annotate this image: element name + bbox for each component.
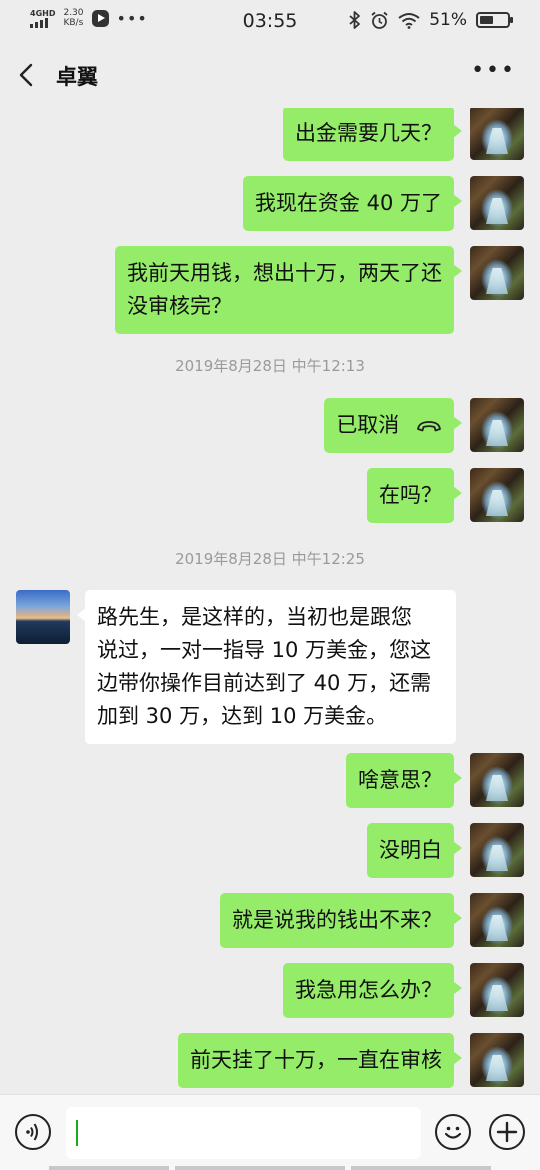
input-bar (0, 1094, 540, 1170)
message-text: 我急用怎么办？ (295, 978, 442, 1002)
my-avatar[interactable] (470, 398, 524, 452)
message-text: 在吗？ (379, 483, 442, 507)
chat-header: 卓翼 ••• (0, 42, 540, 108)
plus-icon[interactable] (489, 1114, 525, 1150)
my-avatar[interactable] (470, 823, 524, 877)
message-text: 已取消 (336, 413, 400, 437)
alarm-clock-icon (371, 11, 388, 29)
message-text: 出金需要几天？ (295, 121, 442, 145)
battery-percent: 51% (429, 10, 467, 30)
message-bubble-sent[interactable]: 我前天用钱，想出十万，两天了还 没审核完？ (115, 246, 462, 334)
message-text-line: 加到 30 万，达到 10 万美金。 (97, 704, 388, 728)
message-text: 我现在资金 40 万了 (254, 191, 442, 215)
message-timestamp: 2019年8月28日 中午12:13 (175, 357, 365, 375)
message-bubble-sent[interactable]: 出金需要几天？ (283, 108, 462, 161)
message-input[interactable] (66, 1107, 421, 1159)
status-bar: 4GHD 2.30 KB/s ••• 03:55 51% (0, 0, 540, 42)
message-bubble-received[interactable]: 路先生，是这样的，当初也是跟您 说过，一对一指导 10 万美金，您这 边带你操作… (77, 590, 456, 744)
voice-mode-icon[interactable] (15, 1114, 51, 1150)
status-right-group: 51% (349, 10, 513, 30)
my-avatar[interactable] (470, 1033, 524, 1087)
message-text-line: 说过，一对一指导 10 万美金，您这 (97, 638, 432, 662)
my-avatar[interactable] (470, 893, 524, 947)
my-avatar[interactable] (470, 108, 524, 160)
plus-glyph (496, 1121, 518, 1143)
message-text: 就是说我的钱出不来？ (232, 908, 442, 932)
battery-icon (476, 12, 513, 28)
gesture-bar (0, 1166, 540, 1170)
my-avatar[interactable] (470, 963, 524, 1017)
message-bubble-sent[interactable]: 没明白 (367, 823, 462, 878)
text-caret (76, 1120, 78, 1146)
my-avatar[interactable] (470, 753, 524, 807)
message-text-line: 边带你操作目前达到了 40 万，还需 (97, 671, 432, 695)
call-record-bubble[interactable]: 已取消 (324, 398, 462, 453)
smiley-glyph (444, 1126, 462, 1139)
my-avatar[interactable] (470, 468, 524, 522)
more-dots-icon[interactable]: ••• (471, 58, 516, 83)
my-avatar[interactable] (470, 246, 524, 300)
hang-up-phone-icon (417, 421, 441, 432)
contact-name-title: 卓翼 (56, 65, 98, 89)
message-text: 没明白 (379, 838, 442, 862)
message-text-line: 我前天用钱，想出十万，两天了还 (127, 261, 442, 285)
contact-avatar[interactable] (16, 590, 70, 644)
message-bubble-sent[interactable]: 我现在资金 40 万了 (242, 176, 463, 231)
message-bubble-sent[interactable]: 在吗？ (367, 468, 462, 523)
bluetooth-icon (349, 11, 361, 29)
message-bubble-sent[interactable]: 我急用怎么办？ (283, 963, 462, 1018)
message-text: 啥意思？ (358, 768, 442, 792)
message-list[interactable]: 出金需要几天？ 我现在资金 40 万了 我前天用钱，想出十万，两天了还 没审核完… (0, 108, 540, 1094)
message-text: 前天挂了十万，一直在审核 (190, 1048, 442, 1072)
message-bubble-sent[interactable]: 前天挂了十万，一直在审核 (178, 1033, 462, 1088)
wifi-icon (398, 12, 420, 29)
message-text-line: 没审核完？ (127, 294, 232, 318)
chevron-left-icon[interactable] (14, 62, 40, 88)
message-bubble-sent[interactable]: 就是说我的钱出不来？ (220, 893, 462, 948)
emoji-icon[interactable] (435, 1114, 471, 1150)
voice-wave-glyph (26, 1123, 38, 1141)
message-text-line: 路先生，是这样的，当初也是跟您 (97, 605, 412, 629)
my-avatar[interactable] (470, 176, 524, 230)
message-bubble-sent[interactable]: 啥意思？ (346, 753, 462, 808)
message-timestamp: 2019年8月28日 中午12:25 (175, 550, 365, 568)
